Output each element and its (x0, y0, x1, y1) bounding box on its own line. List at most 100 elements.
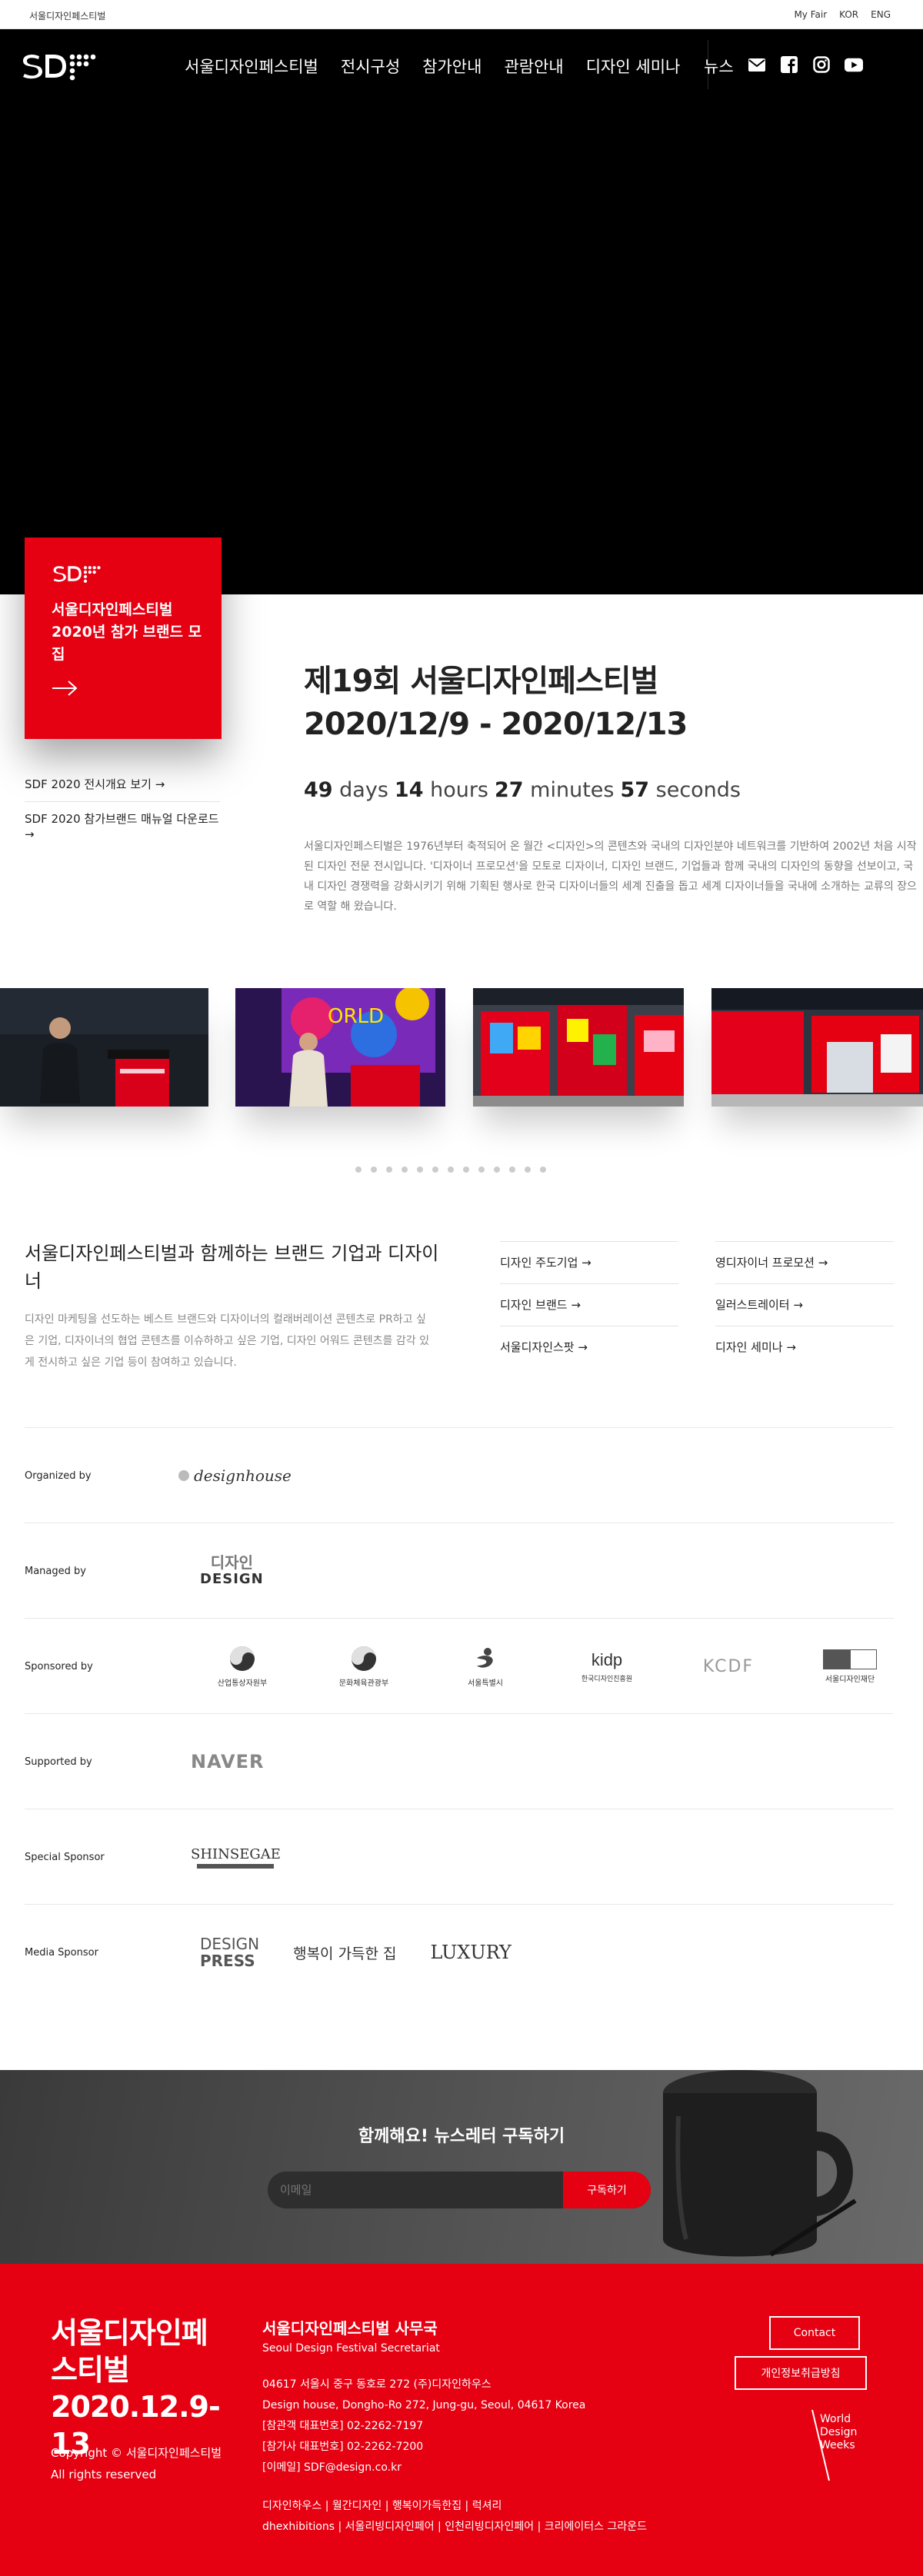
brand-section-description: 디자인 마케팅을 선도하는 베스트 브랜드와 디자이너의 컬래버레이션 콘텐츠로… (25, 1313, 429, 1369)
site-name[interactable]: 서울디자인페스티벌 (29, 9, 105, 22)
gallery-dot[interactable] (540, 1167, 546, 1173)
gallery-dot[interactable] (371, 1167, 377, 1173)
sponsor-row-organized: Organized by designhouse (25, 1427, 894, 1523)
sdf-foundation-mark-icon (823, 1649, 877, 1669)
design-brand-link[interactable]: 디자인 브랜드 → (500, 1283, 678, 1326)
privacy-policy-button[interactable]: 개인정보취급방침 (735, 2356, 867, 2390)
gallery-dot[interactable] (386, 1167, 392, 1173)
young-designer-link[interactable]: 영디자이너 프로모션 → (715, 1241, 894, 1283)
email-input[interactable] (268, 2172, 563, 2208)
special-label: Special Sponsor (25, 1851, 105, 1863)
sdf-logo[interactable] (20, 51, 98, 82)
gallery-dot[interactable] (355, 1167, 362, 1173)
family-sites: 디자인하우스 | 월간디자인 | 행복이가득한집 | 럭셔리 dhexhibit… (262, 2496, 647, 2538)
coffee-mug-illustration (663, 2070, 857, 2257)
family-sites-line2[interactable]: dhexhibitions | 서울리빙디자인페어 | 인천리빙디자인페어 | … (262, 2517, 647, 2538)
nav-news[interactable]: 뉴스 (704, 55, 734, 78)
office-title: 서울디자인페스티벌 사무국 (262, 2319, 438, 2338)
top-utility-bar: 서울디자인페스티벌 My Fair KOR ENG (0, 0, 923, 29)
gallery-dot[interactable] (417, 1167, 423, 1173)
gallery-dot[interactable] (463, 1167, 469, 1173)
footer-copyright: Copyright © 서울디자인페스티벌 All rights reserve… (51, 2446, 222, 2481)
managed-label: Managed by (25, 1565, 86, 1577)
design-seminar-link[interactable]: 디자인 세미나 → (715, 1326, 894, 1368)
taegeuk-icon (230, 1646, 255, 1671)
facebook-icon[interactable] (780, 55, 798, 74)
nav-visit[interactable]: 관람안내 (504, 55, 563, 78)
seoul-design-spot-link[interactable]: 서울디자인스팟 → (500, 1326, 678, 1368)
family-sites-line1[interactable]: 디자인하우스 | 월간디자인 | 행복이가득한집 | 럭셔리 (262, 2496, 647, 2517)
office-address: 04617 서울시 중구 동호로 272 (주)디자인하우스 Design ho… (262, 2378, 586, 2474)
nav-seminar[interactable]: 디자인 세미나 (586, 55, 681, 78)
sponsor-logos: 산업통상자원부 문화체육관광부 서울특별시 kidp 한국디자인진흥원 KCDF… (200, 1619, 892, 1714)
taegeuk-icon (352, 1646, 376, 1671)
gallery-photo-stage[interactable]: ORLD (235, 988, 445, 1107)
newsletter-section: 함께해요! 뉴스레터 구독하기 구독하기 (0, 2070, 923, 2264)
kcdf-logo[interactable]: KCDF (686, 1657, 771, 1676)
world-design-weeks-logo[interactable]: World Design Weeks (809, 2407, 877, 2484)
sdf-mini-logo (53, 566, 101, 583)
seoul-design-foundation-logo[interactable]: 서울디자인재단 (808, 1649, 892, 1684)
motie-logo[interactable]: 산업통상자원부 (200, 1646, 285, 1688)
design-press-logo[interactable]: DESIGN PRESS (200, 1935, 259, 1969)
sponsor-row-managed: Managed by 디자인 DESIGN (25, 1523, 894, 1618)
shinsegae-bar (197, 1863, 275, 1869)
gallery-photo-speaker[interactable] (0, 988, 208, 1107)
shinsegae-logo[interactable]: SHINSEGAE (191, 1809, 281, 1905)
nav-exhibition[interactable]: 전시구성 (341, 55, 400, 78)
sponsor-row-media: Media Sponsor DESIGN PRESS 행복이 가득한 집 LUX… (25, 1904, 894, 1999)
gallery-dot[interactable] (448, 1167, 454, 1173)
sponsor-row-special: Special Sponsor SHINSEGAE (25, 1809, 894, 1904)
event-title: 제19회 서울디자인페스티벌 2020/12/9 - 2020/12/13 (304, 664, 688, 742)
gallery-dot[interactable] (525, 1167, 531, 1173)
mail-icon[interactable] (748, 55, 766, 74)
gallery-dot[interactable] (478, 1167, 485, 1173)
seoul-city-logo[interactable]: 서울특별시 (443, 1646, 528, 1688)
subscribe-button[interactable]: 구독하기 (563, 2172, 651, 2208)
main-header: 서울디자인페스티벌 전시구성 참가안내 관람안내 디자인 세미나 뉴스 (0, 29, 923, 101)
brand-section-title: 서울디자인페스티벌과 함께하는 브랜드 기업과 디자이너 (25, 1243, 439, 1292)
gallery-dot[interactable] (432, 1167, 438, 1173)
supported-label: Supported by (25, 1756, 92, 1768)
sponsor-row-sponsored: Sponsored by 산업통상자원부 문화체육관광부 서울특별시 kidp … (25, 1618, 894, 1713)
youtube-icon[interactable] (845, 55, 863, 74)
gallery-pagination (355, 1167, 546, 1173)
designhouse-dot-icon (178, 1470, 189, 1481)
naver-logo[interactable]: NAVER (191, 1714, 264, 1809)
illustrator-link[interactable]: 일러스트레이터 → (715, 1283, 894, 1326)
contact-button[interactable]: Contact (769, 2316, 860, 2350)
media-sponsor-logos: DESIGN PRESS 행복이 가득한 집 LUXURY (200, 1905, 511, 2000)
recruit-card-title: 서울디자인페스티벌 2020년 참가 브랜드 모집 (52, 601, 202, 663)
luxury-logo[interactable]: LUXURY (431, 1942, 511, 1963)
gallery-photo-hall[interactable] (711, 988, 923, 1107)
manager-logo[interactable]: 디자인 DESIGN (200, 1523, 264, 1619)
photo-gallery: ORLD (0, 988, 923, 1107)
gallery-photo-booth[interactable] (473, 988, 684, 1107)
kidp-logo[interactable]: kidp 한국디자인진흥원 (565, 1650, 649, 1683)
kor-link[interactable]: KOR (839, 9, 858, 20)
recruit-card[interactable]: 서울디자인페스티벌 2020년 참가 브랜드 모집 (25, 537, 222, 739)
media-label: Media Sponsor (25, 1946, 98, 1959)
side-links: SDF 2020 전시개요 보기 → SDF 2020 참가브랜드 매뉴얼 다운… (25, 767, 220, 851)
sponsored-label: Sponsored by (25, 1660, 93, 1672)
my-fair-link[interactable]: My Fair (794, 9, 827, 20)
eng-link[interactable]: ENG (871, 9, 891, 20)
mcst-logo[interactable]: 문화체육관광부 (322, 1646, 406, 1688)
instagram-icon[interactable] (812, 55, 831, 74)
gallery-dot[interactable] (494, 1167, 500, 1173)
hero-banner (0, 101, 923, 594)
nav-participation[interactable]: 참가안내 (422, 55, 481, 78)
overview-link[interactable]: SDF 2020 전시개요 보기 → (25, 767, 220, 801)
countdown-timer: 49 days 14 hours 27 minutes 57 seconds (304, 778, 741, 802)
gallery-dot[interactable] (509, 1167, 515, 1173)
newsletter-form: 구독하기 (268, 2172, 651, 2208)
main-nav: 서울디자인페스티벌 전시구성 참가안내 관람안내 디자인 세미나 (185, 55, 680, 78)
happy-home-logo[interactable]: 행복이 가득한 집 (293, 1942, 396, 1963)
social-links (748, 55, 863, 74)
manual-download-link[interactable]: SDF 2020 참가브랜드 매뉴얼 다운로드 → (25, 801, 220, 851)
gallery-dot[interactable] (402, 1167, 408, 1173)
nav-festival[interactable]: 서울디자인페스티벌 (185, 55, 318, 78)
organizer-logo[interactable]: designhouse (178, 1428, 292, 1523)
design-leading-company-link[interactable]: 디자인 주도기업 → (500, 1241, 678, 1283)
organized-label: Organized by (25, 1469, 92, 1482)
